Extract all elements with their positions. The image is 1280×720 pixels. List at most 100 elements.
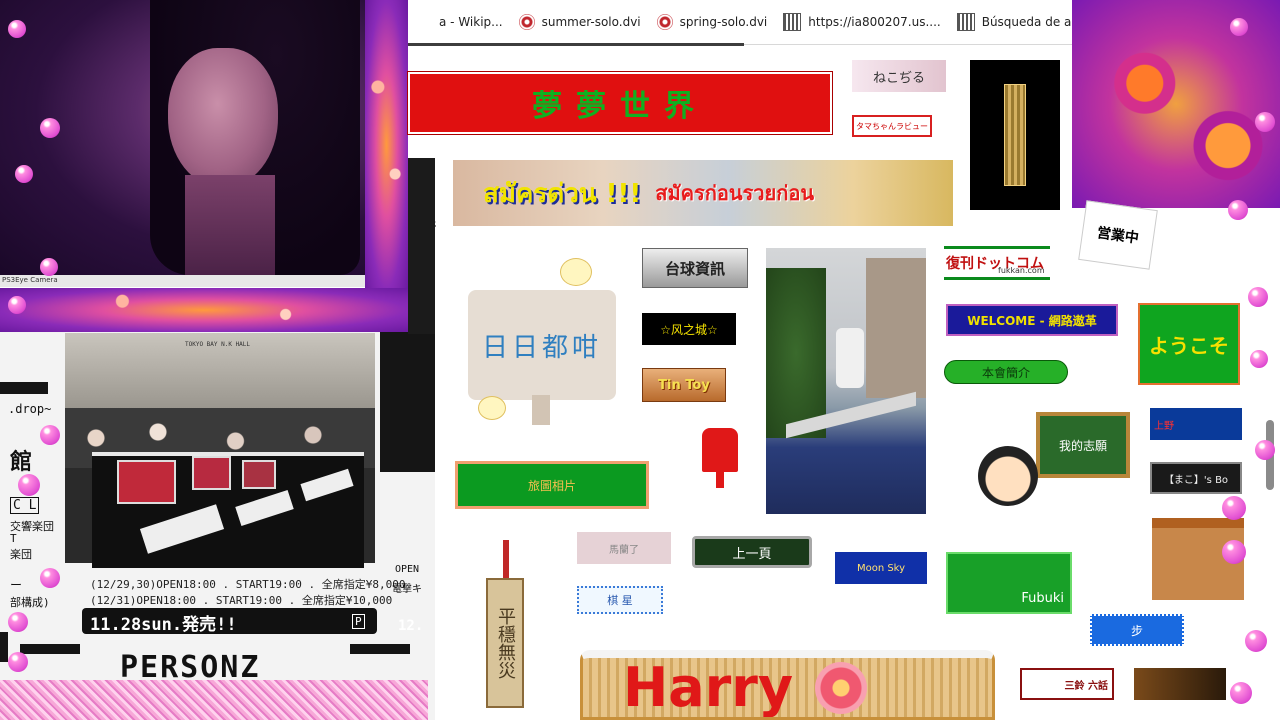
mag-sidebar1: C L bbox=[10, 497, 40, 514]
mag-bar bbox=[20, 644, 80, 654]
bubble-sparkle bbox=[1222, 496, 1246, 520]
about-label: 本會簡介 bbox=[981, 365, 1030, 380]
sanrio-label: 三鈴 六話 bbox=[1064, 680, 1108, 692]
tab-label: summer-solo.dvi bbox=[541, 15, 641, 29]
swirl-graphic-left bbox=[365, 0, 408, 290]
tama-banner: タマちゃんラビュー bbox=[852, 115, 932, 137]
bubble-sparkle bbox=[40, 425, 60, 445]
bubble-sparkle bbox=[1245, 630, 1267, 652]
tin-toy-banner: Tin Toy bbox=[642, 368, 726, 402]
bubble-sparkle bbox=[1248, 287, 1268, 307]
billiards-news-banner: 台球資訊 bbox=[642, 248, 748, 288]
album-button[interactable]: 旅圖相片 bbox=[455, 461, 649, 509]
moon-sky-banner: Moon Sky bbox=[835, 552, 927, 584]
plaque-label: 平穩無災 bbox=[495, 607, 516, 679]
banner-title: 夢夢世界 bbox=[532, 89, 708, 124]
tab-label: spring-solo.dvi bbox=[679, 15, 768, 29]
signboard-text: 日日都咁 bbox=[481, 332, 602, 363]
wish-label: 我的志願 bbox=[1058, 438, 1107, 453]
album-label: 旅圖相片 bbox=[527, 478, 576, 493]
swirl-graphic-strip bbox=[0, 288, 408, 332]
webcam-label: PS3Eye Camera bbox=[2, 276, 58, 284]
mag-sidebar3: T bbox=[10, 532, 17, 545]
tab-label: a - Wikip... bbox=[439, 15, 503, 29]
dvi-icon bbox=[518, 14, 535, 30]
mag-column bbox=[408, 158, 435, 334]
bubble-sparkle bbox=[1230, 18, 1248, 36]
tab-summer-solo[interactable]: summer-solo.dvi bbox=[511, 0, 649, 44]
sanrio-banner: 三鈴 六話 bbox=[1020, 668, 1114, 700]
chalkboard-gif: 我的志願 bbox=[1036, 412, 1130, 478]
merch-table-photo bbox=[92, 452, 364, 568]
mailbox-post bbox=[716, 472, 724, 488]
skateboarder-photo bbox=[766, 248, 926, 514]
about-button[interactable]: 本會簡介 bbox=[944, 360, 1068, 384]
thai-sub: สมัครก่อนรวยก่อน bbox=[655, 181, 815, 205]
bear-banner bbox=[1134, 668, 1226, 700]
thai-signup-banner: สมัครด่วน !!! สมัครก่อนรวยก่อน bbox=[453, 160, 953, 226]
angel-icon bbox=[560, 258, 592, 286]
chess-banner: 棋 星 bbox=[577, 586, 663, 614]
swirl-graphic-right bbox=[1072, 0, 1280, 208]
wikipedia-icon bbox=[416, 14, 432, 30]
open-sign-gif: 営業中 bbox=[1078, 200, 1158, 270]
merch-sign bbox=[235, 489, 294, 527]
harry-signboard: Harry bbox=[580, 650, 995, 720]
moon-sky-label: Moon Sky bbox=[856, 562, 906, 574]
bubble-sparkle bbox=[8, 612, 28, 632]
tab-wikipedia[interactable]: a - Wikip... bbox=[408, 0, 511, 44]
mag-p-mark: P bbox=[352, 614, 365, 629]
welcome-banner: WELCOME - 網路遨革 bbox=[946, 304, 1118, 336]
fubuki-label: Fubuki bbox=[1021, 591, 1064, 606]
mag-sidebar5: ー bbox=[10, 578, 23, 592]
merch-sign bbox=[300, 468, 354, 502]
hall-sign: TOKYO BAY N.K HALL bbox=[185, 341, 251, 348]
bubble-sparkle bbox=[1255, 440, 1275, 460]
mag-bar bbox=[0, 382, 48, 394]
merch-item bbox=[242, 460, 276, 489]
makos-label: 【まこ】's Bo bbox=[1163, 474, 1229, 486]
tab-spring-solo[interactable]: spring-solo.dvi bbox=[649, 0, 776, 44]
webcam-neck bbox=[185, 175, 275, 275]
bubble-sparkle bbox=[8, 652, 28, 672]
bubble-sparkle bbox=[40, 258, 58, 276]
mag-sidebar6: 部構成) bbox=[10, 596, 50, 609]
bubble-sparkle bbox=[8, 20, 26, 38]
mag-line2: (12/31)OPEN18:00 . START19:00 . 全席指定¥10,… bbox=[90, 594, 393, 607]
skater bbox=[836, 328, 864, 388]
youkoso-banner: ようこそ bbox=[1138, 303, 1240, 385]
uenoboto-banner: 上野 bbox=[1150, 408, 1242, 440]
kamori-label: 馬蘭了 bbox=[609, 544, 639, 556]
firecracker-gif bbox=[970, 60, 1060, 210]
prev-page-label: 上一頁 bbox=[732, 546, 772, 562]
webcam-face bbox=[168, 48, 278, 188]
tab-archive-url[interactable]: https://ia800207.us.... bbox=[775, 0, 948, 44]
tab-archive-search[interactable]: Búsqueda de archiv... bbox=[949, 0, 1072, 44]
firecracker-icon bbox=[1004, 84, 1026, 186]
harry-label: Harry bbox=[623, 656, 794, 719]
footstep-banner: 步 bbox=[1090, 614, 1184, 646]
angel-icon bbox=[478, 396, 506, 420]
bubble-sparkle bbox=[1250, 350, 1268, 368]
bubble-sparkle bbox=[18, 474, 40, 496]
open-sign-label: 営業中 bbox=[1095, 225, 1140, 247]
dvi-icon bbox=[656, 14, 673, 30]
bubble-sparkle bbox=[1255, 112, 1275, 132]
tin-toy-label: Tin Toy bbox=[658, 377, 710, 393]
mag-right-char: 12. bbox=[398, 618, 424, 634]
youkoso-label: ようこそ bbox=[1149, 333, 1229, 358]
mailbox-icon bbox=[702, 428, 738, 472]
wind-city-label: ☆风之城☆ bbox=[660, 322, 718, 337]
tama-label: タマちゃんラビュー bbox=[856, 121, 928, 131]
webcam-feed bbox=[0, 0, 365, 275]
prev-page-button[interactable]: 上一頁 bbox=[692, 536, 812, 568]
nekochiru-banner: ねこぢる bbox=[852, 60, 946, 92]
mag-column bbox=[380, 332, 435, 472]
mag-bar bbox=[350, 644, 410, 654]
thai-title: สมัครด่วน !!! bbox=[483, 178, 642, 209]
mag-right-char: 電撃キ bbox=[392, 584, 422, 595]
makos-banner: 【まこ】's Bo bbox=[1150, 462, 1242, 494]
kamori-banner: 馬蘭了 bbox=[577, 532, 671, 564]
angel-signboard: 日日都咁 bbox=[468, 290, 616, 400]
active-tab-indicator bbox=[408, 43, 744, 46]
